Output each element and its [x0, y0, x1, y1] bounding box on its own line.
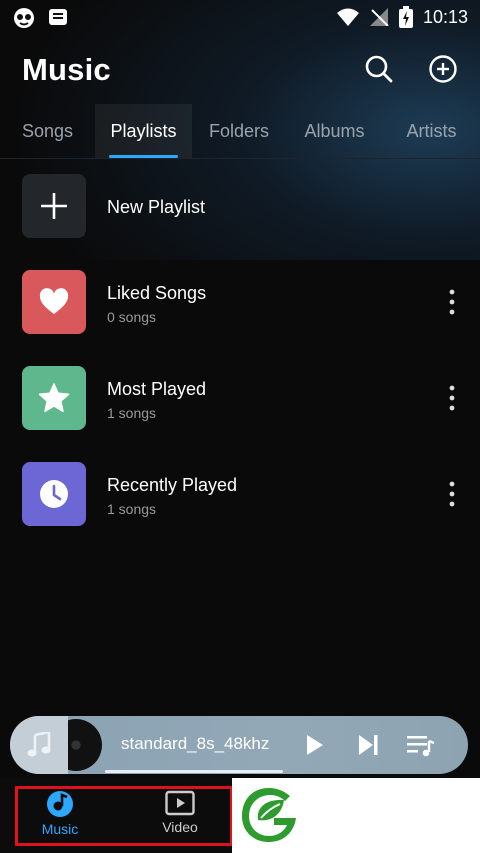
clock-icon: [40, 480, 68, 508]
queue-button[interactable]: [406, 730, 436, 760]
album-art: [10, 716, 68, 774]
leaf-logo-icon: [242, 788, 296, 842]
heart-icon: [39, 288, 69, 314]
no-signal-icon: [369, 8, 389, 26]
more-vertical-icon: [449, 385, 455, 411]
skip-next-icon: [359, 735, 378, 755]
app-notification-icon: [12, 7, 36, 29]
page-title: Music: [22, 52, 111, 87]
status-bar: 10:13: [0, 0, 480, 34]
playlist-thumb: [22, 270, 86, 334]
tab-label: Artists: [406, 120, 457, 141]
tab-songs[interactable]: Songs: [0, 104, 95, 158]
tab-bar: Songs Playlists Folders Albums Artists: [0, 104, 480, 159]
new-playlist-row[interactable]: New Playlist: [0, 174, 480, 270]
tab-folders[interactable]: Folders: [192, 104, 286, 158]
playlist-item-recently-played[interactable]: Recently Played 1 songs: [0, 462, 480, 558]
more-vertical-icon: [449, 481, 455, 507]
watermark-panel: [232, 778, 480, 853]
more-options-button[interactable]: [440, 282, 464, 322]
playlist-thumb: [22, 366, 86, 430]
tab-label: Folders: [208, 120, 270, 141]
playlist-song-count: 0 songs: [107, 309, 157, 325]
more-vertical-icon: [449, 289, 455, 315]
mini-player[interactable]: standard_8s_48khz: [10, 716, 468, 774]
tab-label: Albums: [304, 120, 365, 141]
new-playlist-label: New Playlist: [107, 197, 206, 217]
clock-time: 10:13: [422, 6, 468, 27]
tab-label: Playlists: [110, 120, 177, 141]
playlist-thumb: [22, 462, 86, 526]
wifi-icon: [336, 8, 359, 26]
playlist-title: Liked Songs: [107, 283, 207, 303]
playlist-item-most-played[interactable]: Most Played 1 songs: [0, 366, 480, 462]
now-playing-title: standard_8s_48khz: [121, 734, 270, 753]
next-button[interactable]: [353, 730, 383, 760]
tab-label: Songs: [21, 120, 74, 141]
playlist-song-count: 1 songs: [107, 501, 157, 517]
playlist-queue-icon: [407, 736, 435, 757]
plus-icon: [41, 193, 67, 219]
playback-progress-bar[interactable]: [105, 770, 283, 773]
play-button[interactable]: [300, 730, 330, 760]
playlist-title: Recently Played: [107, 475, 238, 495]
playlist-item-liked-songs[interactable]: Liked Songs 0 songs: [0, 270, 480, 366]
play-icon: [307, 735, 323, 755]
more-options-button[interactable]: [440, 474, 464, 514]
add-circle-icon: [429, 55, 457, 83]
annotation-highlight-box: [15, 786, 233, 846]
tab-playlists[interactable]: Playlists: [95, 104, 192, 158]
search-button[interactable]: [362, 52, 396, 86]
search-icon: [365, 55, 393, 83]
message-notification-icon: [48, 7, 68, 29]
new-playlist-thumb: [22, 174, 86, 238]
battery-icon: [398, 6, 413, 28]
more-options-button[interactable]: [440, 378, 464, 418]
playlist-song-count: 1 songs: [107, 405, 157, 421]
tab-artists[interactable]: Artists: [383, 104, 480, 158]
music-note-icon: [27, 732, 51, 757]
star-icon: [38, 383, 70, 413]
add-button[interactable]: [426, 52, 460, 86]
tab-albums[interactable]: Albums: [286, 104, 383, 158]
playlist-title: Most Played: [107, 379, 207, 399]
